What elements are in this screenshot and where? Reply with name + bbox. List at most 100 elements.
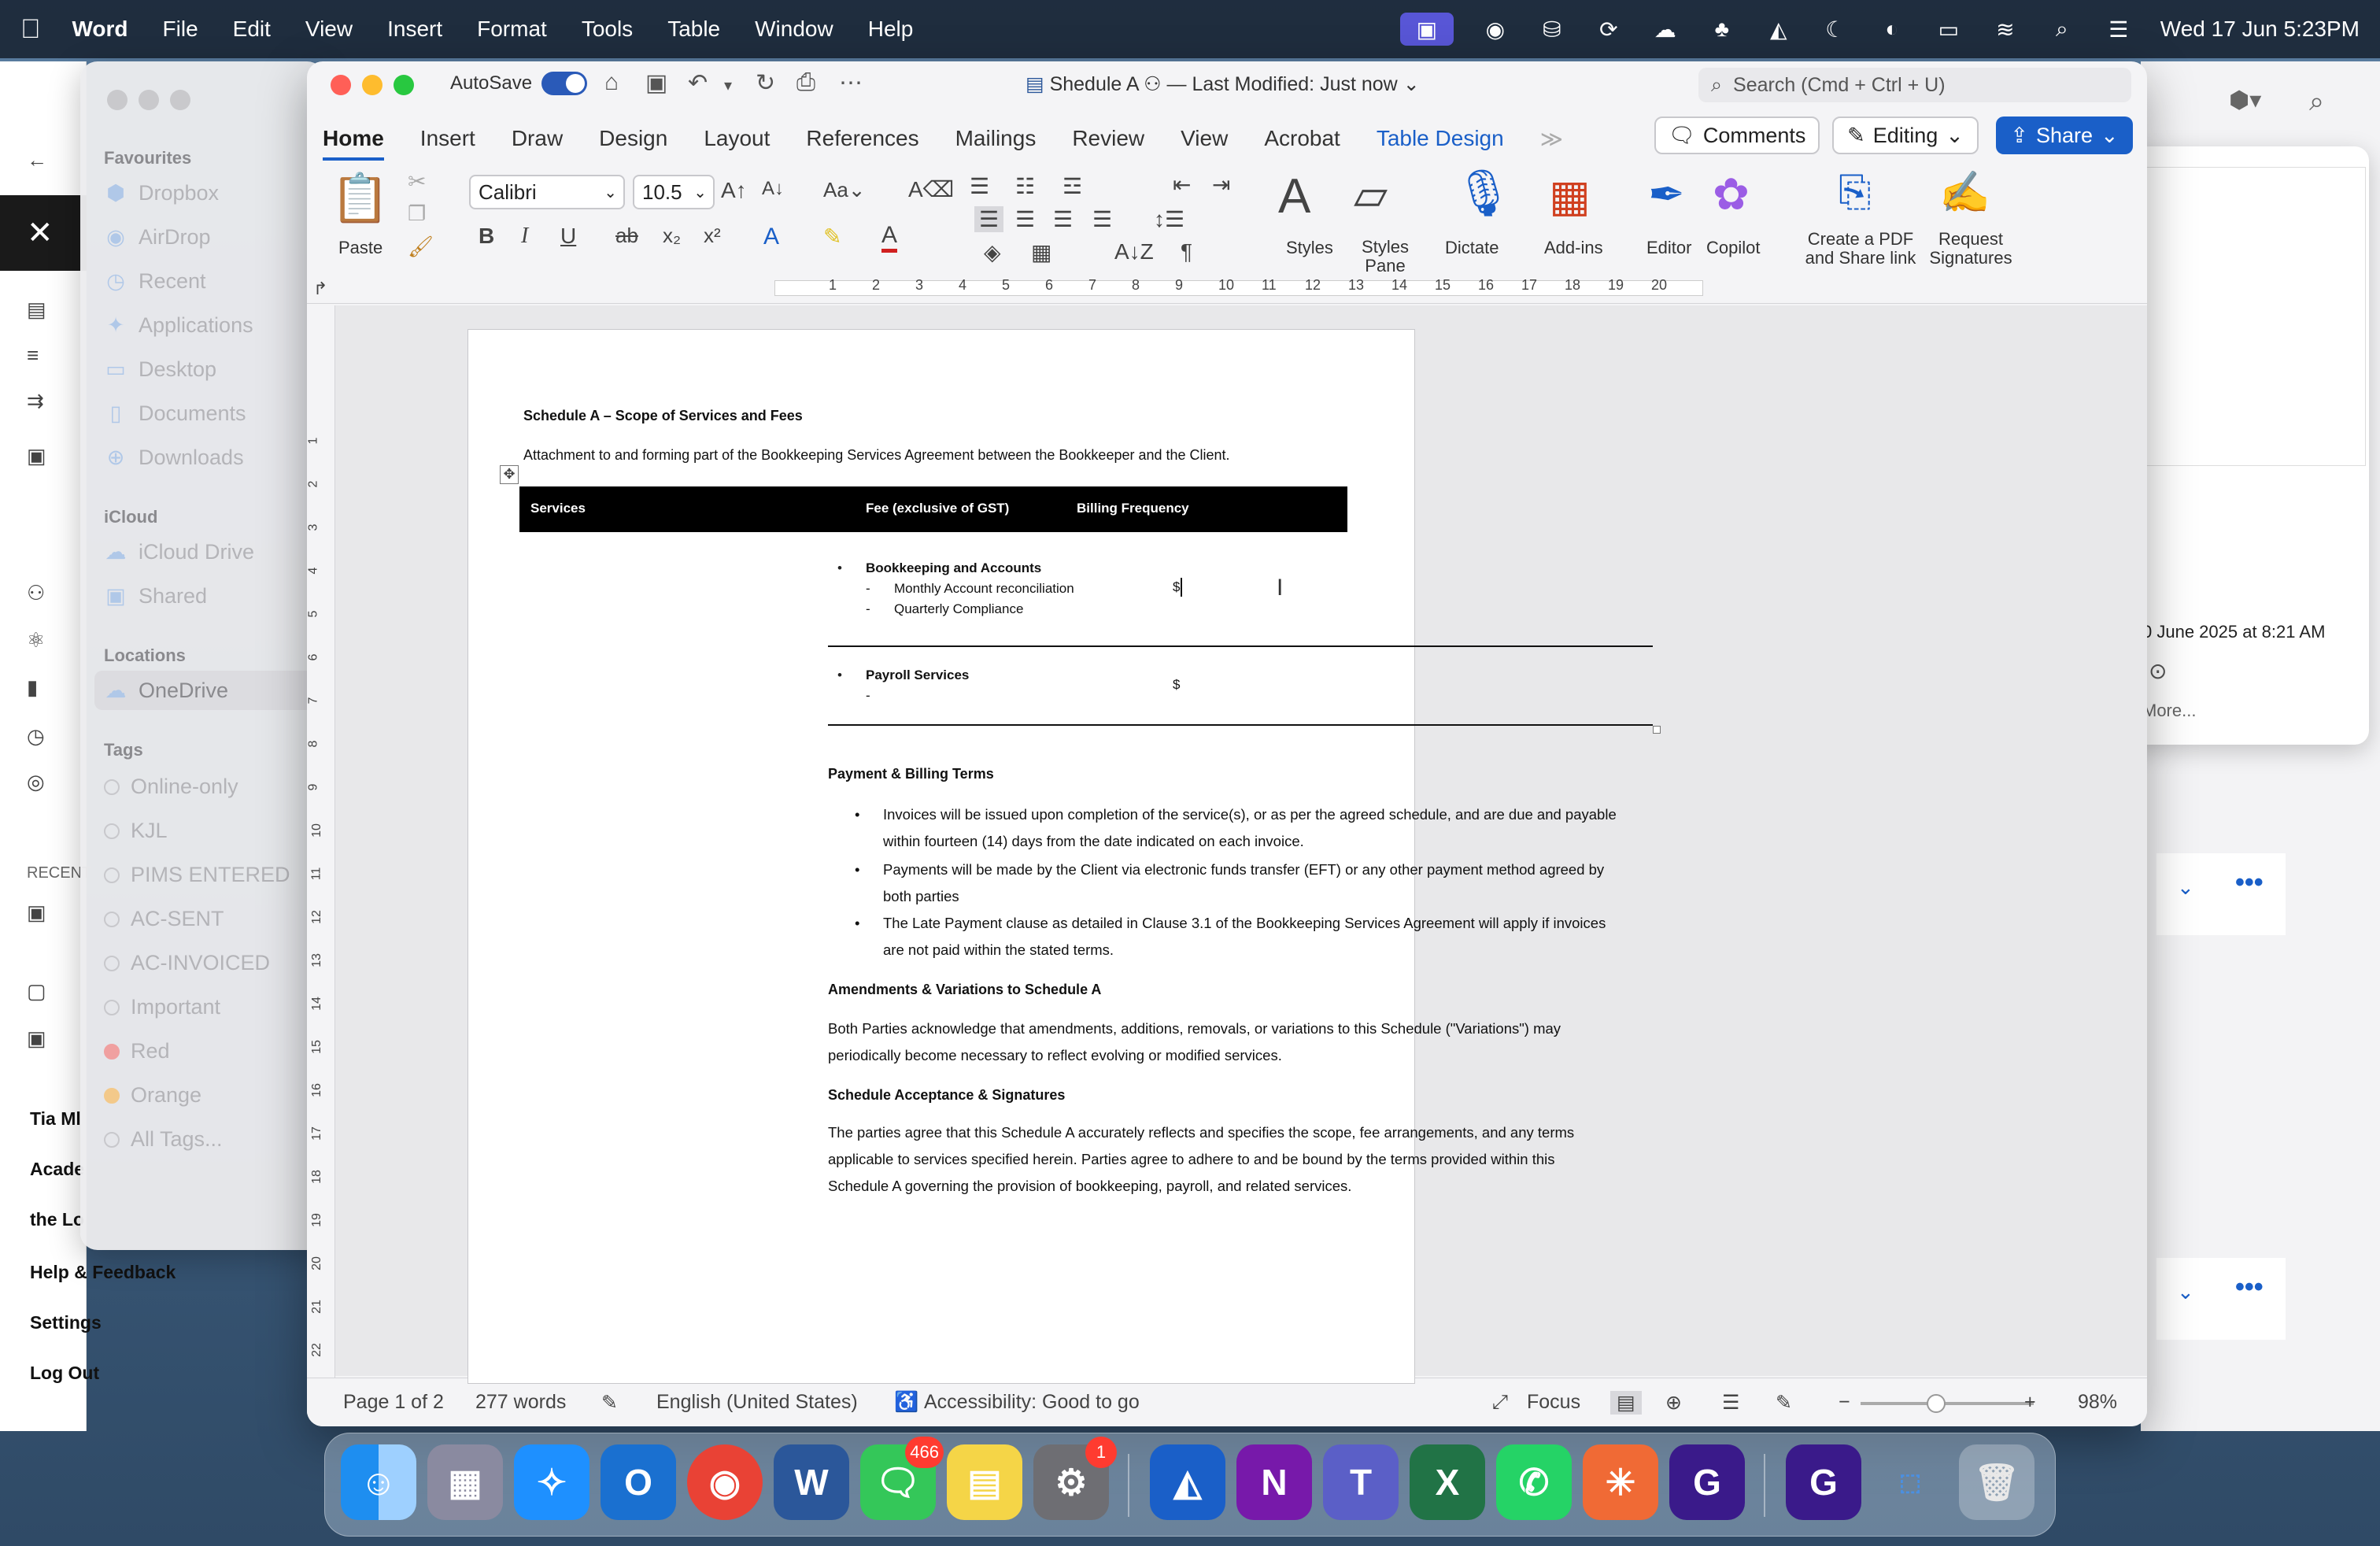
chevron-down-icon[interactable]: ⌄ (2177, 875, 2194, 900)
change-case-icon[interactable]: Aa⌄ (823, 178, 866, 202)
search-box[interactable]: ⌕ Search (Cmd + Ctrl + U) (1698, 68, 2131, 102)
menu-help[interactable]: Help (868, 17, 914, 42)
word-count[interactable]: 277 words (475, 1391, 566, 1414)
onenote-icon[interactable]: N (1236, 1444, 1312, 1520)
tab-view[interactable]: View (1181, 126, 1228, 151)
subscript-icon[interactable]: x₂ (663, 224, 681, 248)
tab-design[interactable]: Design (599, 126, 667, 151)
outlook-icon[interactable]: O (601, 1444, 676, 1520)
editor-label[interactable]: Editor (1646, 238, 1691, 258)
tag-all-tags[interactable]: All Tags... (104, 1127, 223, 1152)
sidebar-item-applications[interactable]: ✦ Applications (104, 313, 253, 338)
menu-edit[interactable]: Edit (233, 17, 271, 42)
align-right-icon[interactable]: ☰ (1053, 206, 1073, 232)
more-icon[interactable]: ••• (2235, 1272, 2264, 1303)
tag-ac-invoiced[interactable]: AC-INVOICED (104, 951, 270, 975)
create-pdf-label[interactable]: Create a PDF and Share link (1801, 230, 1920, 268)
bullets-icon[interactable]: ☰ (970, 173, 989, 199)
sidebar-item-icloud-drive[interactable]: ☁ iCloud Drive (104, 540, 255, 564)
sync-icon[interactable]: ⟳ (1594, 17, 1624, 42)
sort-icon[interactable]: A↓Z (1114, 239, 1154, 264)
more-icon[interactable]: ••• (2235, 867, 2264, 898)
network-icon[interactable]: ⚛ (27, 628, 45, 653)
styles-pane-icon[interactable]: ▱ (1354, 168, 1388, 220)
record-icon[interactable]: ◉ (1480, 17, 1510, 42)
request-signatures-label[interactable]: Request Signatures (1924, 230, 2018, 268)
tag-kjl[interactable]: KJL (104, 819, 168, 843)
undo-icon[interactable]: ↶ (688, 69, 708, 97)
print-layout-icon[interactable]: ▤ (1610, 1391, 1642, 1415)
tab-mailings[interactable]: Mailings (955, 126, 1037, 151)
close-icon[interactable]: ✕ (0, 195, 87, 271)
word-icon[interactable]: W (774, 1444, 849, 1520)
zoom-out-icon[interactable]: − (1839, 1391, 1850, 1414)
more-label[interactable]: More... (2142, 701, 2196, 721)
document-title[interactable]: ▤ Shedule A ⚇ — Last Modified: Just now … (1026, 72, 1420, 96)
close-dot[interactable] (107, 90, 128, 110)
document-thumbnail[interactable] (2138, 167, 2366, 466)
numbering-icon[interactable]: ☷ (1015, 173, 1035, 199)
home-icon[interactable]: ⌂ (604, 69, 619, 96)
app-g-window-icon[interactable]: G (1786, 1444, 1861, 1520)
more-circle-icon[interactable]: ⊙ (2149, 658, 2167, 684)
battery-icon[interactable]: ▭ (1934, 17, 1964, 42)
sidebar-item-dropbox[interactable]: ⬢ Dropbox (104, 181, 219, 205)
copilot-label[interactable]: Copilot (1706, 238, 1760, 258)
vertical-ruler[interactable]: 1 2 3 4 5 6 7 8 9 10 11 12 13 14 15 16 17 18 19 20 21 22 (307, 305, 335, 1426)
zoom-dot[interactable] (170, 90, 190, 110)
text-effects-icon[interactable]: A (763, 224, 779, 250)
sidebar-item-desktop[interactable]: ▭ Desktop (104, 357, 216, 382)
multilevel-list-icon[interactable]: ☲ (1062, 173, 1082, 199)
user-icon[interactable]: ◐ (1877, 17, 1907, 41)
table-move-handle-icon[interactable]: ✥ (500, 465, 519, 484)
whatsapp-icon[interactable]: ✆ (1496, 1444, 1572, 1520)
tab-draw[interactable]: Draw (512, 126, 563, 151)
tag-orange[interactable]: Orange (104, 1083, 201, 1108)
accessibility-icon[interactable]: ♿ (894, 1391, 918, 1414)
menu-format[interactable]: Format (477, 17, 547, 42)
zoom-in-icon[interactable]: + (2024, 1391, 2036, 1414)
minimize-dot[interactable] (139, 90, 159, 110)
microphone-icon[interactable]: 🎙 (1454, 167, 1513, 220)
autosave-toggle[interactable] (541, 72, 587, 95)
chevron-down-icon[interactable]: ▾ (724, 76, 732, 95)
justify-icon[interactable]: ☰ (1092, 206, 1112, 232)
service-name[interactable]: Bookkeeping and Accounts (866, 560, 1041, 576)
excel-icon[interactable]: X (1410, 1444, 1485, 1520)
settings-link[interactable]: Settings (30, 1312, 102, 1333)
safari-icon[interactable]: ✧ (514, 1444, 589, 1520)
menu-insert[interactable]: Insert (387, 17, 442, 42)
doc-icon[interactable]: ▤ (27, 298, 46, 322)
vpn-app-icon[interactable]: ◭ (1150, 1444, 1225, 1520)
zoom-slider-knob[interactable] (1927, 1394, 1946, 1413)
tab-references[interactable]: References (806, 126, 918, 151)
outline-icon[interactable]: ☰ (1722, 1391, 1739, 1415)
teams-icon[interactable]: T (1323, 1444, 1399, 1520)
list-icon[interactable]: ≡ (27, 343, 39, 368)
font-color-icon[interactable]: A (881, 222, 898, 253)
sidebar-item-onedrive[interactable]: ☁ OneDrive (94, 671, 331, 710)
chevron-down-icon[interactable]: ⌄ (2177, 1280, 2194, 1304)
screen-share-icon[interactable]: ▣ (1399, 13, 1454, 46)
trash-icon[interactable]: 🗑 (1959, 1444, 2034, 1520)
search-icon[interactable]: ⌕ (2047, 17, 2077, 41)
sidebar-item-downloads[interactable]: ⊕ Downloads (104, 446, 244, 470)
styles-label[interactable]: Styles (1286, 238, 1333, 258)
zoom-button[interactable] (394, 75, 414, 95)
briefcase-icon[interactable]: ▣ (27, 1026, 46, 1051)
menu-tools[interactable]: Tools (582, 17, 633, 42)
superscript-icon[interactable]: x² (704, 224, 721, 248)
tag-red[interactable]: Red (104, 1039, 170, 1063)
dictate-label[interactable]: Dictate (1445, 238, 1499, 258)
strikethrough-icon[interactable]: ab (615, 224, 638, 248)
editing-button[interactable]: ✎ Editing ⌄ (1832, 117, 1979, 154)
font-name-select[interactable]: Calibri ⌄ (469, 175, 625, 209)
page-count[interactable]: Page 1 of 2 (343, 1391, 444, 1414)
claude-icon[interactable]: ✳ (1583, 1444, 1658, 1520)
shrink-font-icon[interactable]: A↓ (762, 178, 784, 200)
menu-app-name[interactable]: Word (72, 17, 128, 42)
tag-online-only[interactable]: Online-only (104, 775, 238, 799)
zoom-level[interactable]: 98% (2078, 1391, 2117, 1414)
target-icon[interactable]: ◎ (27, 770, 45, 794)
editor-icon[interactable]: ✒ (1648, 168, 1685, 220)
